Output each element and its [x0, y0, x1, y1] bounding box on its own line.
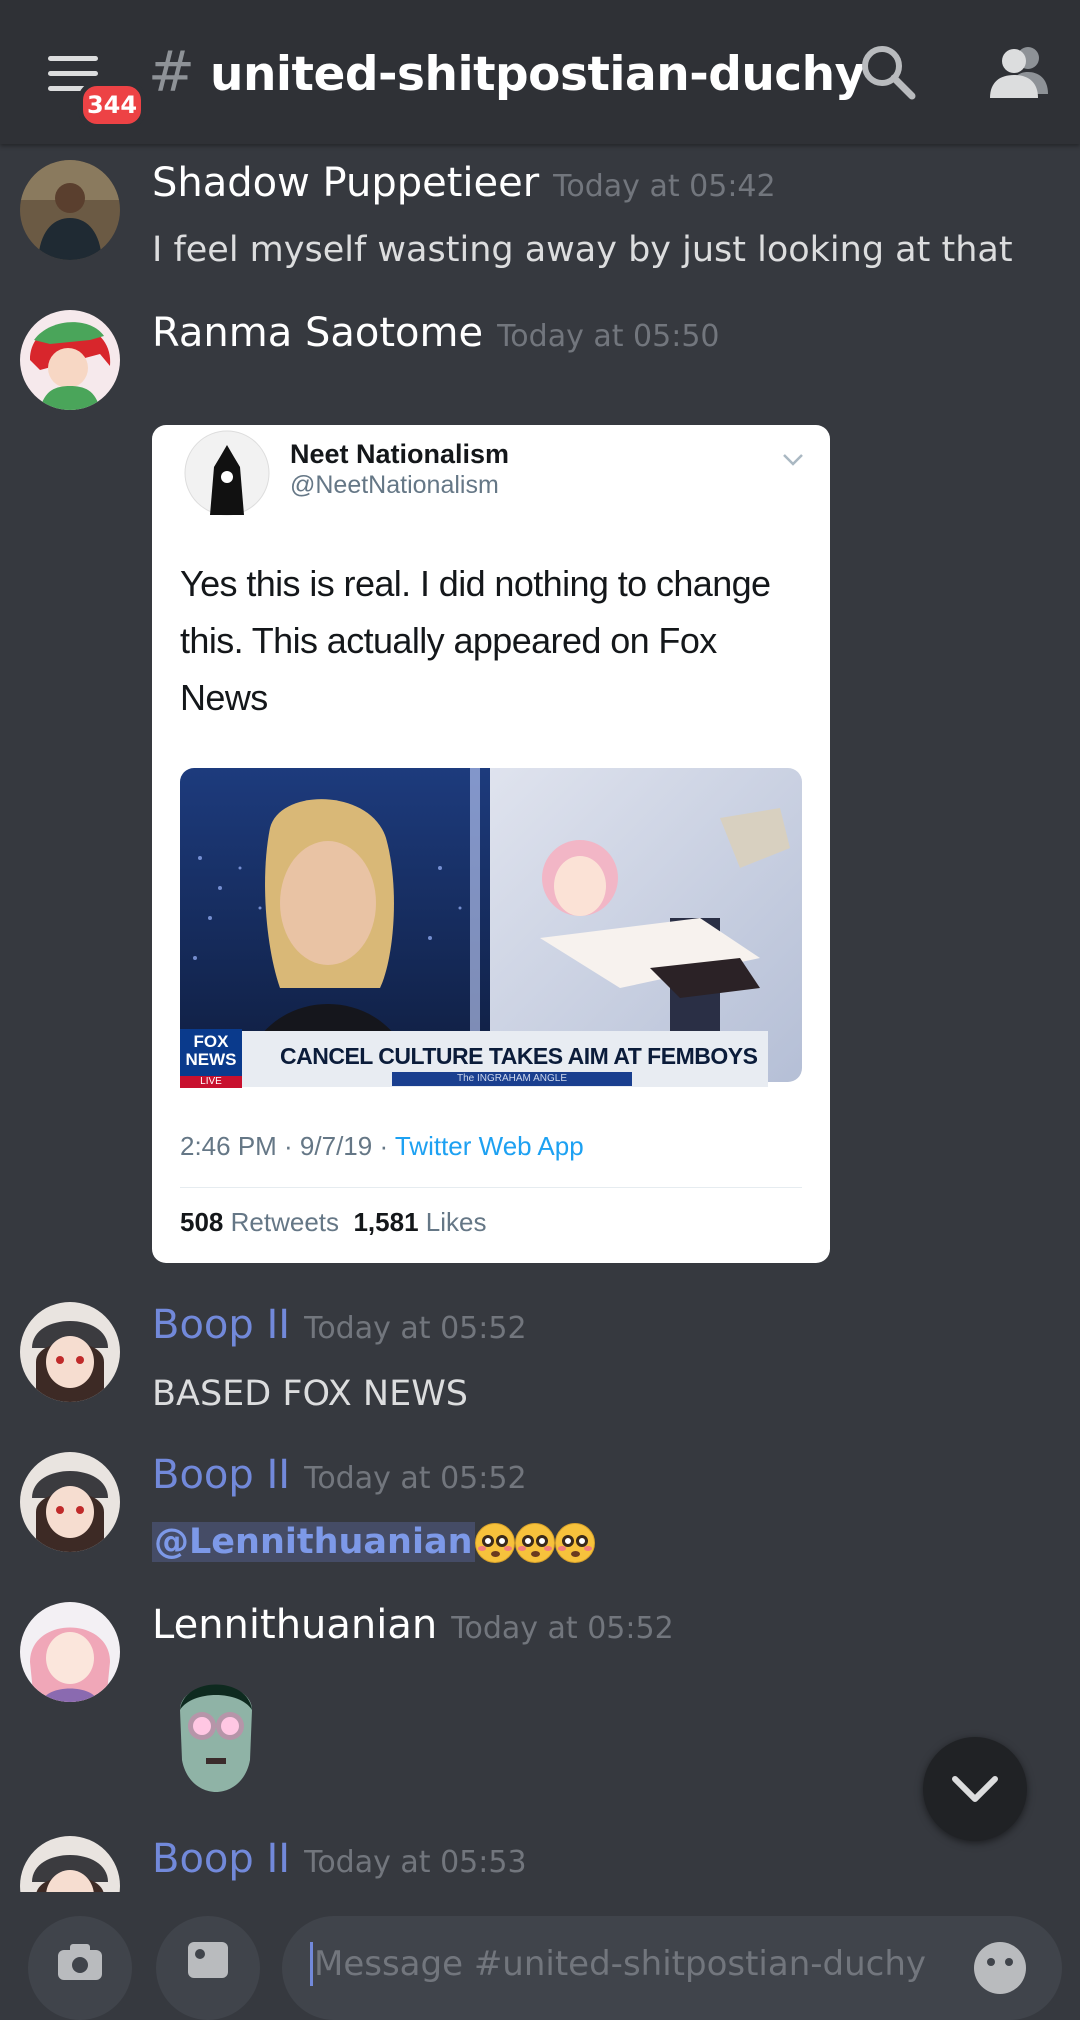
- avatar[interactable]: [20, 160, 120, 260]
- members-icon[interactable]: [984, 42, 1054, 102]
- emoji-picker-icon[interactable]: [972, 1940, 1028, 1996]
- timestamp: Today at 05:52: [451, 1611, 674, 1646]
- message-text: BASED FOX NEWS: [152, 1374, 469, 1414]
- image-icon: [188, 1942, 228, 1978]
- user-mention[interactable]: @Lennithuanian: [152, 1522, 475, 1562]
- custom-face-emoji: [180, 1684, 252, 1792]
- gallery-button[interactable]: [156, 1916, 260, 2020]
- divider: [180, 1187, 802, 1188]
- timestamp: Today at 05:42: [553, 169, 776, 204]
- channel-header: 344 # united-shitpostian-duchy: [0, 0, 1080, 144]
- live-badge: LIVE: [180, 1076, 242, 1088]
- tweet-author-name: Neet Nationalism: [290, 439, 510, 469]
- message-composer: Message #united-shitpostian-duchy: [0, 1892, 1080, 2020]
- tweet-image-attachment[interactable]: Neet Nationalism @NeetNationalism Yes th…: [152, 425, 830, 1263]
- text-caret: [310, 1942, 313, 1986]
- flushed-face-emoji: [514, 1523, 555, 1563]
- camera-icon: [58, 1944, 102, 1980]
- tweet-text: Yes this is real. I did nothing to chang…: [180, 563, 771, 718]
- timestamp: Today at 05:52: [304, 1461, 527, 1496]
- jump-to-present-button[interactable]: [923, 1737, 1027, 1841]
- tweet-avatar: [184, 430, 270, 516]
- unread-badge: 344: [78, 81, 146, 129]
- timestamp: Today at 05:50: [497, 319, 720, 354]
- channel-title: united-shitpostian-duchy: [210, 47, 865, 102]
- avatar[interactable]: [20, 1452, 120, 1552]
- tweet-photo-caption: CANCEL CULTURE TAKES AIM AT FEMBOYS: [280, 1043, 758, 1069]
- avatar[interactable]: [20, 1302, 120, 1402]
- channel-hash-icon: #: [148, 40, 195, 105]
- timestamp: Today at 05:53: [304, 1845, 527, 1880]
- search-icon[interactable]: [858, 42, 918, 102]
- chevron-down-icon: [783, 454, 803, 466]
- avatar[interactable]: [20, 1602, 120, 1702]
- author-name[interactable]: Boop II: [152, 1302, 290, 1348]
- message-input[interactable]: Message #united-shitpostian-duchy: [282, 1916, 1062, 2020]
- tweet-photo-subcaption: The INGRAHAM ANGLE: [392, 1072, 632, 1086]
- tweet-date: 2:46 PM · 9/7/19 · Twitter Web App: [180, 1131, 584, 1161]
- message-placeholder: Message #united-shitpostian-duchy: [314, 1944, 927, 1984]
- author-name[interactable]: Ranma Saotome: [152, 310, 483, 356]
- tweet-stats: 508 Retweets 1,581 Likes: [180, 1207, 487, 1237]
- author-name[interactable]: Shadow Puppetieer: [152, 160, 539, 206]
- message-content: @Lennithuanian: [152, 1522, 595, 1563]
- avatar[interactable]: [20, 310, 120, 410]
- flushed-face-emoji: [474, 1523, 515, 1563]
- message-text: I feel myself wasting away by just looki…: [152, 230, 1013, 270]
- flushed-face-emoji: [554, 1523, 595, 1563]
- tweet-author-handle: @NeetNationalism: [290, 471, 499, 499]
- author-name[interactable]: Lennithuanian: [152, 1602, 437, 1648]
- timestamp: Today at 05:52: [304, 1311, 527, 1346]
- author-name[interactable]: Boop II: [152, 1452, 290, 1498]
- author-name[interactable]: Boop II: [152, 1836, 290, 1882]
- chevron-down-icon: [952, 1776, 998, 1802]
- camera-button[interactable]: [28, 1916, 132, 2020]
